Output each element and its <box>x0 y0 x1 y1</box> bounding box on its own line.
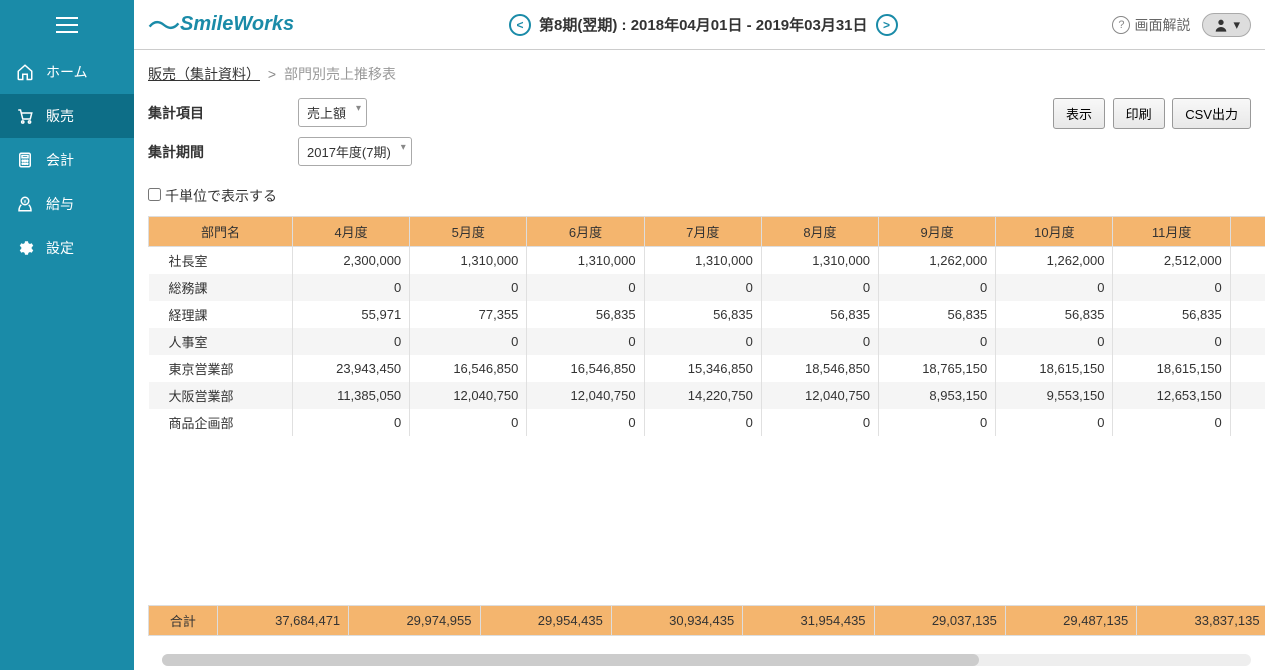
help-icon: ? <box>1112 16 1130 34</box>
nav-label: 販売 <box>46 106 74 126</box>
display-button[interactable]: 表示 <box>1053 98 1105 129</box>
col-month: 8月度 <box>761 217 878 247</box>
period-select[interactable]: 2017年度(7期) <box>298 137 412 166</box>
table-row: 大阪営業部11,385,05012,040,75012,040,75014,22… <box>149 382 1265 409</box>
chevron-down-icon: ▾ <box>1233 17 1240 33</box>
hamburger-icon <box>56 17 78 33</box>
period-selector: < 第8期(翌期) : 2018年04月01日 - 2019年03月31日 > <box>509 14 897 36</box>
svg-text:¥: ¥ <box>24 199 27 205</box>
table-row: 社長室2,300,0001,310,0001,310,0001,310,0001… <box>149 247 1265 275</box>
yen-icon: ¥ <box>16 195 36 213</box>
sidebar-item-settings[interactable]: 設定 <box>0 226 134 270</box>
breadcrumb-parent[interactable]: 販売（集計資料） <box>148 66 260 82</box>
col-dept: 部門名 <box>149 217 293 247</box>
aggregation-select[interactable]: 売上額 <box>298 98 367 127</box>
sidebar-item-home[interactable]: ホーム <box>0 50 134 94</box>
table-row: 商品企画部00000000 <box>149 409 1265 436</box>
period-text: 第8期(翌期) : 2018年04月01日 - 2019年03月31日 <box>539 14 867 35</box>
col-month: 9月度 <box>879 217 996 247</box>
table-row: 経理課55,97177,35556,83556,83556,83556,8355… <box>149 301 1265 328</box>
total-label: 合計 <box>149 606 218 636</box>
thousands-checkbox[interactable] <box>148 188 161 201</box>
sidebar-item-payroll[interactable]: ¥ 給与 <box>0 182 134 226</box>
period-prev-button[interactable]: < <box>509 14 531 36</box>
brand-logo[interactable]: SmileWorks <box>148 13 294 36</box>
period-next-button[interactable]: > <box>876 14 898 36</box>
home-icon <box>16 63 36 81</box>
header: SmileWorks < 第8期(翌期) : 2018年04月01日 - 201… <box>134 0 1265 50</box>
period-label: 集計期間 <box>148 142 298 162</box>
horizontal-scrollbar[interactable] <box>162 654 1251 666</box>
breadcrumb: 販売（集計資料） > 部門別売上推移表 <box>134 50 1265 98</box>
col-month: 10月度 <box>996 217 1113 247</box>
nav-label: 会計 <box>46 150 74 170</box>
col-month: 11月度 <box>1113 217 1230 247</box>
sidebar-item-accounting[interactable]: 会計 <box>0 138 134 182</box>
table-row: 人事室00000000 <box>149 328 1265 355</box>
col-month: 6月度 <box>527 217 644 247</box>
gear-icon <box>16 239 36 257</box>
totals-table: 合計37,684,47129,974,95529,954,43530,934,4… <box>148 605 1265 636</box>
user-icon <box>1213 17 1229 33</box>
sidebar-item-sales[interactable]: 販売 <box>0 94 134 138</box>
logo-icon <box>148 15 180 35</box>
table-row: 東京営業部23,943,45016,546,85016,546,85015,34… <box>149 355 1265 382</box>
filters: 集計項目 売上額 集計期間 2017年度(7期) 表示 印刷 CSV出力 <box>134 98 1265 186</box>
nav-label: 設定 <box>46 238 74 258</box>
help-link[interactable]: ? 画面解説 <box>1112 15 1190 35</box>
hamburger-menu[interactable] <box>0 0 134 50</box>
calculator-icon <box>16 151 36 169</box>
nav-label: ホーム <box>46 62 88 82</box>
sidebar: ホーム 販売 会計 ¥ 給与 設定 <box>0 0 134 670</box>
col-month: 7月度 <box>644 217 761 247</box>
cart-icon <box>16 107 36 125</box>
col-month: 12月 <box>1230 217 1265 247</box>
col-month: 5月度 <box>410 217 527 247</box>
breadcrumb-current: 部門別売上推移表 <box>284 66 396 82</box>
col-month: 4月度 <box>292 217 409 247</box>
table-row: 総務課00000000 <box>149 274 1265 301</box>
user-menu[interactable]: ▾ <box>1202 13 1251 37</box>
report-table: 部門名4月度5月度6月度7月度8月度9月度10月度11月度12月 社長室2,30… <box>148 216 1265 436</box>
aggregation-label: 集計項目 <box>148 103 298 123</box>
action-buttons: 表示 印刷 CSV出力 <box>1049 98 1251 129</box>
main-content: SmileWorks < 第8期(翌期) : 2018年04月01日 - 201… <box>134 0 1265 670</box>
nav-label: 給与 <box>46 194 74 214</box>
thousands-toggle: 千単位で表示する <box>134 186 1265 216</box>
table-container: 部門名4月度5月度6月度7月度8月度9月度10月度11月度12月 社長室2,30… <box>134 216 1265 670</box>
csv-export-button[interactable]: CSV出力 <box>1172 98 1251 129</box>
print-button[interactable]: 印刷 <box>1113 98 1165 129</box>
